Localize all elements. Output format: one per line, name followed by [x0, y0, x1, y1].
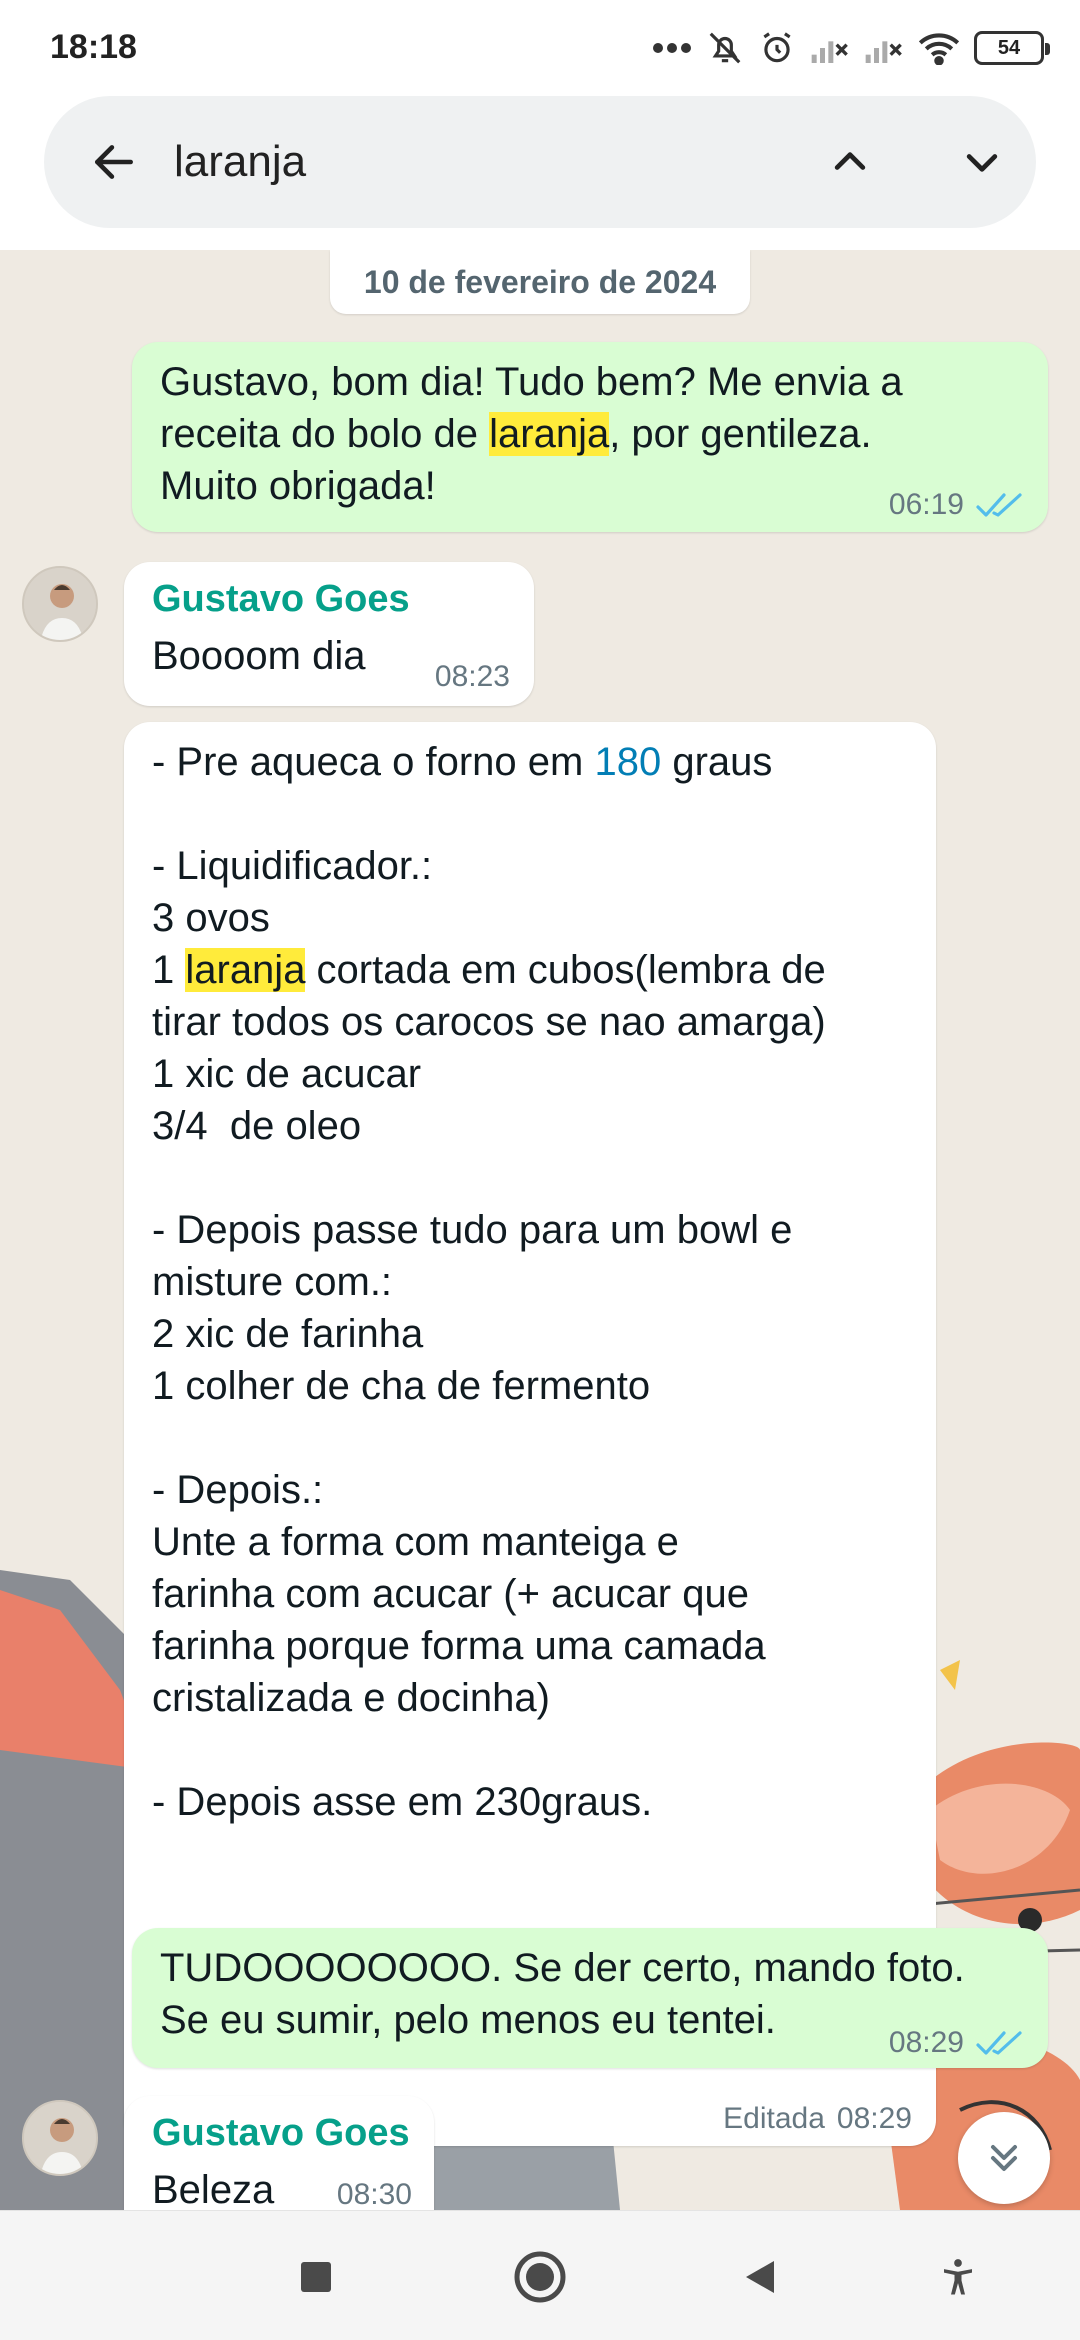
home-button[interactable] [504, 2241, 576, 2313]
previous-result-button[interactable] [818, 130, 882, 194]
alarm-icon [758, 29, 796, 67]
message-text: Boooom dia [152, 634, 366, 678]
signal-no-service-icon [864, 31, 904, 65]
message-bubble-incoming[interactable]: Gustavo Goes Boooom dia 08:23 [124, 562, 534, 706]
message-bubble-outgoing[interactable]: TUDOOOOOOOO. Se der certo, mando foto. S… [132, 1928, 1048, 2068]
scroll-to-bottom-button[interactable] [958, 2112, 1050, 2204]
status-bar: 18:18 54 [0, 0, 1080, 96]
message-time: 08:29 [888, 2026, 964, 2059]
read-ticks-icon [976, 2029, 1024, 2057]
search-match-highlight: laranja [489, 412, 610, 456]
back-button[interactable] [82, 130, 146, 194]
message-meta: Editada 08:29 [723, 2102, 912, 2136]
more-dots-icon [652, 42, 692, 54]
edited-label: Editada [723, 2102, 825, 2135]
next-result-button[interactable] [950, 130, 1014, 194]
message-meta: 06:19 [889, 488, 1024, 522]
recents-button[interactable] [280, 2241, 352, 2313]
chat-area[interactable]: 10 de fevereiro de 2024 Gustavo, bom dia… [0, 250, 1080, 2210]
home-circle-icon [514, 2251, 566, 2303]
message-meta: 08:23 [435, 660, 510, 694]
number-link[interactable]: 180 [594, 740, 661, 784]
message-text: - Pre aqueca o forno em 180 graus - Liqu… [152, 740, 826, 1824]
status-time: 18:18 [50, 28, 137, 66]
system-navigation-bar [0, 2210, 1080, 2340]
read-ticks-icon [976, 491, 1024, 519]
sender-name[interactable]: Gustavo Goes [152, 576, 410, 622]
double-chevron-down-icon [990, 2144, 1018, 2172]
message-bubble-incoming[interactable]: Gustavo Goes Beleza 08:30 [124, 2096, 434, 2210]
status-icons: 54 [652, 26, 1050, 70]
date-separator: 10 de fevereiro de 2024 [330, 250, 750, 314]
back-nav-button[interactable] [724, 2241, 796, 2313]
message-text: Beleza [152, 2168, 275, 2210]
message-time: 08:30 [336, 2178, 412, 2210]
accessibility-button[interactable] [922, 2241, 994, 2313]
square-icon [301, 2262, 331, 2292]
search-bar [44, 96, 1036, 228]
search-match-highlight: laranja [185, 948, 306, 992]
accessibility-icon [944, 2259, 972, 2295]
message-bubble-outgoing[interactable]: Gustavo, bom dia! Tudo bem? Me envia a r… [132, 342, 1048, 532]
avatar[interactable] [22, 2100, 98, 2176]
battery-icon: 54 [974, 31, 1050, 65]
back-triangle-icon [746, 2261, 774, 2293]
chevron-down-icon [966, 154, 998, 172]
message-meta: 08:30 [337, 2178, 412, 2210]
message-meta: 08:29 [889, 2026, 1024, 2060]
sender-name[interactable]: Gustavo Goes [152, 2110, 410, 2156]
search-header [0, 96, 1080, 250]
signal-no-service-icon [810, 31, 850, 65]
message-time: 08:23 [434, 660, 510, 693]
notifications-off-icon [706, 29, 744, 67]
arrow-left-icon [95, 145, 133, 179]
message-time: 08:29 [836, 2102, 912, 2135]
chevron-up-icon [834, 152, 866, 170]
avatar[interactable] [22, 566, 98, 642]
search-input[interactable] [174, 126, 734, 198]
wifi-icon [918, 31, 960, 65]
message-time: 06:19 [888, 488, 964, 521]
